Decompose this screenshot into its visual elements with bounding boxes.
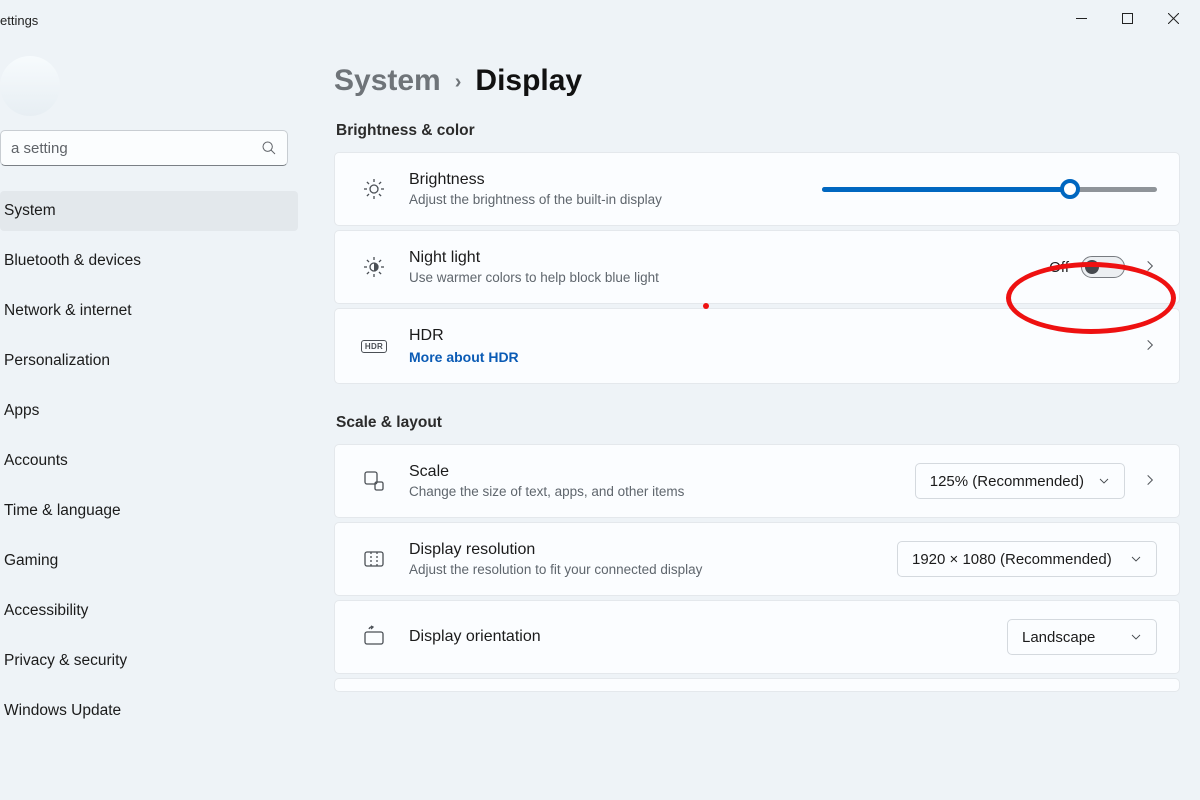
- sidebar: a setting System Bluetooth & devices Net…: [0, 36, 298, 800]
- hdr-icon: HDR: [357, 340, 391, 353]
- search-placeholder: a setting: [11, 140, 261, 157]
- sidebar-item-label: Network & internet: [4, 302, 132, 320]
- row-scale[interactable]: Scale Change the size of text, apps, and…: [334, 444, 1180, 518]
- row-subtitle: Use warmer colors to help block blue lig…: [409, 270, 1049, 285]
- night-light-icon: [357, 255, 391, 279]
- sidebar-item-bluetooth[interactable]: Bluetooth & devices: [0, 241, 298, 281]
- sidebar-item-label: Time & language: [4, 502, 121, 520]
- row-night-light[interactable]: Night light Use warmer colors to help bl…: [334, 230, 1180, 304]
- section-header: Scale & layout: [336, 414, 1180, 432]
- chevron-right-icon: ›: [455, 71, 462, 94]
- chevron-down-icon: [1130, 553, 1142, 565]
- avatar[interactable]: [0, 56, 60, 116]
- sidebar-item-accounts[interactable]: Accounts: [0, 441, 298, 481]
- section-header: Brightness & color: [336, 122, 1180, 140]
- chevron-down-icon: [1098, 475, 1110, 487]
- sidebar-item-windows-update[interactable]: Windows Update: [0, 691, 298, 731]
- sidebar-item-label: Apps: [4, 402, 39, 420]
- sidebar-item-privacy-security[interactable]: Privacy & security: [0, 641, 298, 681]
- scale-dropdown[interactable]: 125% (Recommended): [915, 463, 1125, 499]
- chevron-right-icon[interactable]: [1143, 473, 1157, 490]
- night-light-toggle[interactable]: [1081, 256, 1125, 278]
- row-brightness: Brightness Adjust the brightness of the …: [334, 152, 1180, 226]
- dropdown-value: Landscape: [1022, 629, 1116, 646]
- sidebar-item-network[interactable]: Network & internet: [0, 291, 298, 331]
- brightness-slider[interactable]: [822, 179, 1157, 199]
- row-subtitle: Adjust the resolution to fit your connec…: [409, 562, 897, 577]
- row-title: Brightness: [409, 171, 822, 189]
- row-hdr[interactable]: HDR HDR More about HDR: [334, 308, 1180, 384]
- row-title: Night light: [409, 249, 1049, 267]
- sidebar-item-label: Gaming: [4, 552, 58, 570]
- title-bar: ettings: [0, 0, 1200, 36]
- sidebar-item-gaming[interactable]: Gaming: [0, 541, 298, 581]
- breadcrumb-parent[interactable]: System: [334, 64, 441, 98]
- row-title: HDR: [409, 327, 1143, 345]
- sidebar-item-accessibility[interactable]: Accessibility: [0, 591, 298, 631]
- row-display-orientation[interactable]: Display orientation Landscape: [334, 600, 1180, 674]
- sidebar-item-label: Privacy & security: [4, 652, 127, 670]
- chevron-right-icon[interactable]: [1143, 338, 1157, 355]
- row-title: Display orientation: [409, 628, 1007, 646]
- orientation-dropdown[interactable]: Landscape: [1007, 619, 1157, 655]
- sidebar-item-label: Personalization: [4, 352, 110, 370]
- chevron-right-icon[interactable]: [1143, 259, 1157, 276]
- main-content: System › Display Brightness & color Brig…: [334, 58, 1180, 800]
- toggle-state-label: Off: [1049, 259, 1069, 276]
- row-title: Display resolution: [409, 541, 897, 559]
- orientation-icon: [357, 625, 391, 649]
- breadcrumb-current: Display: [475, 64, 582, 98]
- sidebar-item-label: Accessibility: [4, 602, 88, 620]
- resolution-dropdown[interactable]: 1920 × 1080 (Recommended): [897, 541, 1157, 577]
- row-title: Scale: [409, 463, 915, 481]
- minimize-button[interactable]: [1058, 2, 1104, 34]
- sidebar-item-time-language[interactable]: Time & language: [0, 491, 298, 531]
- row-next[interactable]: [334, 678, 1180, 692]
- window-controls: [1058, 2, 1196, 34]
- maximize-button[interactable]: [1104, 2, 1150, 34]
- resolution-icon: [357, 547, 391, 571]
- search-input[interactable]: a setting: [0, 130, 288, 166]
- close-button[interactable]: [1150, 2, 1196, 34]
- row-subtitle: Change the size of text, apps, and other…: [409, 484, 915, 499]
- nav-list: System Bluetooth & devices Network & int…: [0, 186, 298, 736]
- row-subtitle: Adjust the brightness of the built-in di…: [409, 192, 822, 207]
- sun-icon: [357, 177, 391, 201]
- slider-fill: [822, 187, 1070, 192]
- search-icon: [261, 140, 277, 156]
- toggle-knob: [1085, 260, 1099, 274]
- dropdown-value: 125% (Recommended): [930, 473, 1084, 490]
- night-light-toggle-group: Off: [1049, 256, 1125, 278]
- sidebar-item-apps[interactable]: Apps: [0, 391, 298, 431]
- section-brightness-color: Brightness & color Brightness Adjust the…: [334, 122, 1180, 384]
- hdr-link[interactable]: More about HDR: [409, 349, 1143, 365]
- sidebar-item-label: Windows Update: [4, 702, 121, 720]
- sidebar-item-label: Accounts: [4, 452, 68, 470]
- sidebar-item-label: Bluetooth & devices: [4, 252, 141, 270]
- breadcrumb: System › Display: [334, 64, 1180, 98]
- row-display-resolution[interactable]: Display resolution Adjust the resolution…: [334, 522, 1180, 596]
- slider-thumb[interactable]: [1060, 179, 1080, 199]
- sidebar-item-personalization[interactable]: Personalization: [0, 341, 298, 381]
- dropdown-value: 1920 × 1080 (Recommended): [912, 551, 1116, 568]
- sidebar-item-label: System: [4, 202, 56, 220]
- scale-icon: [357, 469, 391, 493]
- section-scale-layout: Scale & layout Scale Change the size of …: [334, 414, 1180, 692]
- window-title: ettings: [0, 9, 38, 28]
- sidebar-item-system[interactable]: System: [0, 191, 298, 231]
- chevron-down-icon: [1130, 631, 1142, 643]
